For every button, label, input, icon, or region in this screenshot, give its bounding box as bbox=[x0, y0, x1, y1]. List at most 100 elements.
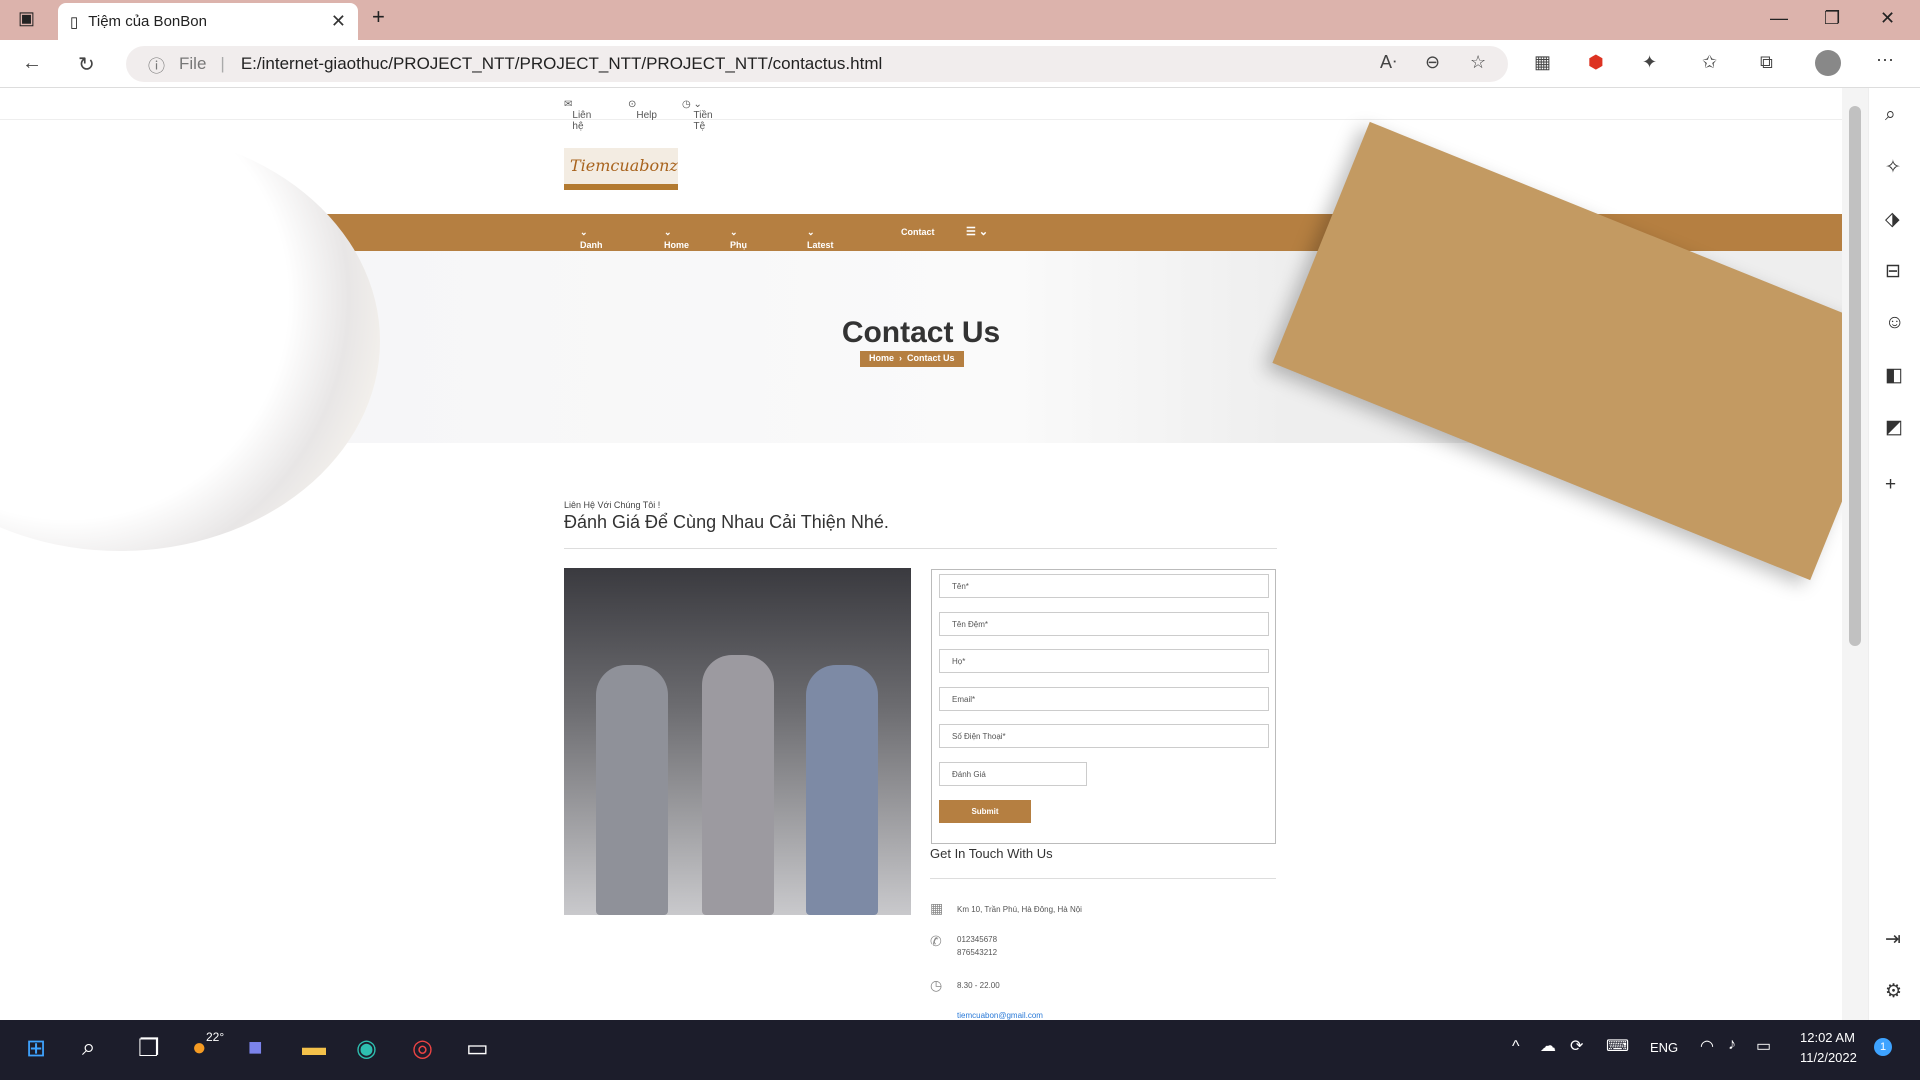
page-scrollbar[interactable] bbox=[1842, 88, 1868, 1020]
breadcrumb-home[interactable]: Home bbox=[869, 353, 894, 363]
favorites-icon[interactable]: ✩ bbox=[1702, 52, 1717, 73]
minimize-icon[interactable]: — bbox=[1770, 8, 1788, 29]
extensions-icon[interactable]: ✦ bbox=[1642, 52, 1657, 73]
browser-titlebar: ▣ ▯ Tiệm của BonBon ✕ + — ❐ ✕ bbox=[0, 0, 1920, 40]
topbar-help-link[interactable]: ⊙ Help bbox=[628, 99, 657, 121]
zoom-out-icon[interactable]: ⊖ bbox=[1425, 52, 1440, 73]
volume-icon[interactable]: ♪ bbox=[1728, 1036, 1736, 1054]
nav-item-latest-news[interactable]: Latest News ⌄ bbox=[807, 227, 834, 260]
contact-divider bbox=[930, 878, 1276, 879]
sidebar-toolbox-icon[interactable]: ⊟ bbox=[1885, 260, 1901, 283]
page-icon: ▯ bbox=[70, 13, 79, 31]
email-field[interactable]: Email* bbox=[939, 687, 1269, 711]
contact-email[interactable]: tiemcuabon@gmail.com bbox=[957, 1009, 1043, 1020]
address-bar-row: ← ↻ ⓘ File | E:/internet-giaothuc/PROJEC… bbox=[0, 40, 1920, 88]
url-scheme: File bbox=[179, 54, 207, 73]
sidebar-search-icon[interactable]: ⌕ bbox=[1885, 104, 1896, 126]
nav-item-accessories[interactable]: Phụ kiện ⌄ bbox=[730, 227, 748, 260]
review-form: Tên* Tên Đệm* Họ* Email* Số Điện Thoại* … bbox=[931, 569, 1276, 844]
sidebar-sparkle-icon[interactable]: ✧ bbox=[1885, 156, 1901, 179]
submit-button[interactable]: Submit bbox=[939, 800, 1031, 823]
section-heading: Đánh Giá Để Cùng Nhau Cải Thiện Nhé. bbox=[564, 512, 889, 532]
sidebar-tag-icon[interactable]: ⬗ bbox=[1885, 208, 1900, 231]
close-tab-icon[interactable]: ✕ bbox=[331, 11, 346, 32]
url-separator: | bbox=[220, 54, 225, 73]
breadcrumb-current: Contact Us bbox=[907, 353, 955, 363]
weather-icon[interactable]: ● bbox=[192, 1034, 207, 1062]
weather-temp: 22° bbox=[206, 1030, 225, 1044]
breadcrumb: Home › Contact Us bbox=[860, 351, 964, 367]
notification-badge[interactable]: 1 bbox=[1874, 1038, 1892, 1056]
task-view-icon[interactable]: ❐ bbox=[138, 1034, 160, 1063]
tray-chevron-icon[interactable]: ^ bbox=[1512, 1038, 1520, 1056]
adblock-icon[interactable]: ⬢ bbox=[1588, 52, 1604, 73]
topbar-contact-link[interactable]: ✉ Liên hệ bbox=[564, 99, 591, 132]
middle-name-field[interactable]: Tên Đệm* bbox=[939, 612, 1269, 636]
browser-tab[interactable]: ▯ Tiệm của BonBon ✕ bbox=[58, 3, 358, 40]
sidebar-outlook-icon[interactable]: ◩ bbox=[1885, 416, 1903, 439]
info-icon[interactable]: ⓘ bbox=[148, 52, 165, 77]
site-topbar: ✉ Liên hệ ⊙ Help ◷ Tiền Tệ ⌄ bbox=[0, 88, 1842, 132]
notebook-image bbox=[1272, 121, 1842, 581]
nav-item-contact[interactable]: Contact bbox=[901, 227, 935, 237]
nav-item-categories[interactable]: Danh mục ⌄ bbox=[580, 227, 603, 260]
profile-avatar[interactable] bbox=[1815, 50, 1841, 76]
read-aloud-icon[interactable]: Aᐧ bbox=[1380, 52, 1397, 73]
page-title: Contact Us bbox=[841, 316, 1001, 349]
wifi-icon[interactable]: ◠ bbox=[1700, 1036, 1714, 1056]
maximize-icon[interactable]: ❐ bbox=[1824, 8, 1840, 29]
scrollbar-thumb[interactable] bbox=[1849, 106, 1861, 646]
url-field[interactable]: ⓘ File | E:/internet-giaothuc/PROJECT_NT… bbox=[126, 46, 1508, 82]
onedrive-icon[interactable]: ☁ bbox=[1540, 1036, 1556, 1056]
sidebar-office-icon[interactable]: ◧ bbox=[1885, 364, 1903, 387]
language-indicator[interactable]: ENG bbox=[1650, 1040, 1678, 1055]
clock-icon: ◷ bbox=[930, 977, 943, 993]
file-explorer-icon[interactable]: ▬ bbox=[302, 1034, 326, 1062]
extension-icon[interactable]: ▦ bbox=[1534, 52, 1551, 73]
review-textarea[interactable]: Đánh Giá bbox=[939, 762, 1087, 786]
currency-dropdown[interactable]: ◷ Tiền Tệ ⌄ bbox=[682, 99, 713, 132]
contact-title: Get In Touch With Us bbox=[930, 846, 1053, 861]
nav-item-home[interactable]: Home ⌄ bbox=[664, 227, 689, 250]
nav-label: Home bbox=[664, 240, 690, 250]
hamburger-menu-icon[interactable]: ☰ ⌄ bbox=[966, 225, 988, 238]
more-menu-icon[interactable]: ⋯ bbox=[1876, 50, 1894, 71]
sidebar-add-icon[interactable]: + bbox=[1885, 474, 1896, 496]
sync-icon[interactable]: ⟳ bbox=[1570, 1036, 1583, 1056]
sidebar-collapse-icon[interactable]: ⇥ bbox=[1885, 928, 1901, 951]
clock-time[interactable]: 12:02 AM bbox=[1800, 1030, 1855, 1045]
search-icon[interactable]: ⌕ bbox=[82, 1034, 95, 1062]
last-name-field[interactable]: Họ* bbox=[939, 649, 1269, 673]
new-tab-icon[interactable]: + bbox=[372, 4, 385, 30]
collections-icon[interactable]: ⧉ bbox=[1760, 52, 1773, 73]
site-logo[interactable]: Tiemcuabonz bbox=[564, 148, 678, 190]
contact-hours: 8.30 - 22.00 bbox=[957, 981, 1000, 990]
close-window-icon[interactable]: ✕ bbox=[1880, 8, 1895, 29]
building-icon: ▦ bbox=[930, 900, 944, 916]
chrome-icon[interactable]: ◎ bbox=[412, 1034, 433, 1063]
topbar-contact-label: Liên hệ bbox=[572, 110, 592, 132]
phone-icon: ✆ bbox=[930, 933, 942, 949]
terminal-icon[interactable]: ▭ bbox=[466, 1034, 489, 1063]
start-icon[interactable]: ⊞ bbox=[26, 1034, 46, 1063]
add-favorite-icon[interactable]: ☆ bbox=[1470, 52, 1486, 73]
logo-text: Tiemcuabonz bbox=[570, 156, 678, 175]
breadcrumb-chevron-icon: › bbox=[896, 353, 905, 363]
keyboard-icon[interactable]: ⌨ bbox=[1606, 1036, 1629, 1056]
clock-date[interactable]: 11/2/2022 bbox=[1800, 1050, 1857, 1065]
contact-address: Km 10, Trần Phú, Hà Đông, Hà Nội bbox=[957, 905, 1082, 914]
sidebar-games-icon[interactable]: ☺ bbox=[1885, 312, 1904, 334]
sidebar-settings-icon[interactable]: ⚙ bbox=[1885, 980, 1902, 1003]
teams-icon[interactable]: ■ bbox=[248, 1034, 263, 1062]
refresh-icon[interactable]: ↻ bbox=[78, 52, 95, 77]
phone-field[interactable]: Số Điện Thoại* bbox=[939, 724, 1269, 748]
edge-sidebar: ⌕ ✧ ⬗ ⊟ ☺ ◧ ◩ + ⇥ ⚙ bbox=[1868, 88, 1920, 1020]
windows-taskbar: ⊞ ⌕ ❐ ● 22° ■ ▬ ◉ ◎ ▭ ^ ☁ ⟳ ⌨ ENG ◠ ♪ ▭ … bbox=[0, 1020, 1920, 1080]
topbar-help-label: Help bbox=[636, 110, 657, 121]
first-name-field[interactable]: Tên* bbox=[939, 574, 1269, 598]
edge-icon[interactable]: ◉ bbox=[356, 1034, 377, 1063]
battery-icon[interactable]: ▭ bbox=[1756, 1036, 1771, 1056]
section-subtitle: Liên Hệ Với Chúng Tôi ! bbox=[564, 500, 661, 510]
back-icon[interactable]: ← bbox=[22, 52, 42, 75]
tab-actions-icon[interactable]: ▣ bbox=[18, 8, 35, 29]
